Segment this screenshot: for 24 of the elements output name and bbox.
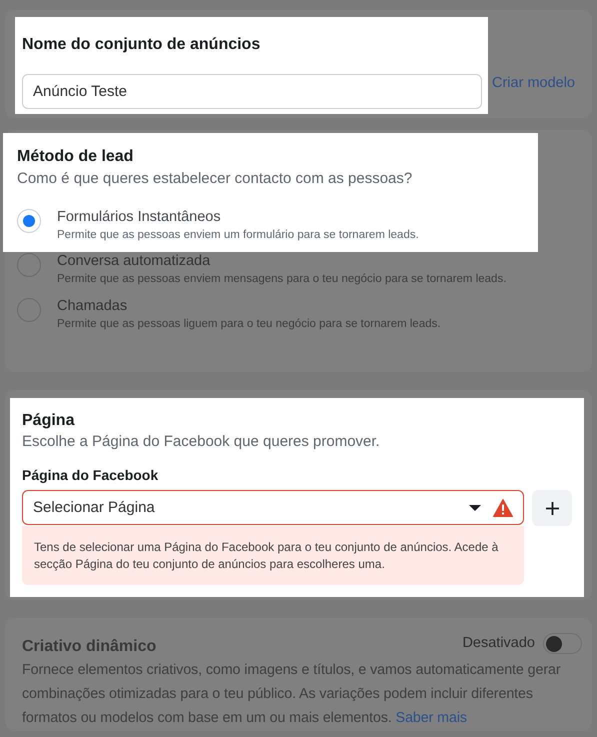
option-description: Permite que as pessoas liguem para o teu negócio para se tornarem leads. (57, 317, 441, 331)
section-title: Nome do conjunto de anúncios (22, 36, 262, 54)
toggle-switch[interactable] (543, 632, 582, 654)
option-description: Permite que as pessoas enviem um formulário para se tornarem leads. (57, 228, 419, 242)
option-description: Permite que as pessoas enviem mensagens para o teu negócio para se tornarem leads. (57, 272, 506, 286)
section-description: Fornece elementos criativos, como imagens e títulos, e vamos automaticamente gerar combinações otimizadas para o teu público. As variações podem incluir diferentes formatos ou modelos com base em um ou mais elementos. Saber mais (22, 661, 562, 728)
plus-icon (546, 502, 558, 514)
warning-icon (493, 498, 513, 516)
option-label: Conversa automatizada (57, 252, 212, 270)
toggle-label: Desativado (462, 635, 535, 651)
page-dropdown[interactable]: Selecionar Página (22, 490, 524, 525)
radio-button[interactable] (17, 253, 41, 277)
error-message: Tens de selecionar uma Página do Facebook para o teu conjunto de anúncios. Acede à secção Página do teu conjunto de anúncios para escolheres uma. (22, 526, 524, 585)
option-label: Formulários Instantâneos (57, 208, 222, 226)
section-title: Página (22, 412, 76, 430)
option-label: Chamadas (57, 297, 128, 315)
section-subtitle: Como é que queres estabelecer contacto com as pessoas? (17, 170, 414, 187)
section-title: Método de lead (17, 148, 134, 166)
field-label: Página do Facebook (22, 467, 160, 483)
section-title: Criativo dinâmico (22, 638, 158, 656)
add-button[interactable] (532, 490, 572, 526)
ad-set-name-field[interactable]: Anúncio Teste (22, 74, 482, 109)
section-subtitle: Escolhe a Página do Facebook que queres promover. (22, 433, 381, 450)
caret-icon (469, 504, 481, 510)
